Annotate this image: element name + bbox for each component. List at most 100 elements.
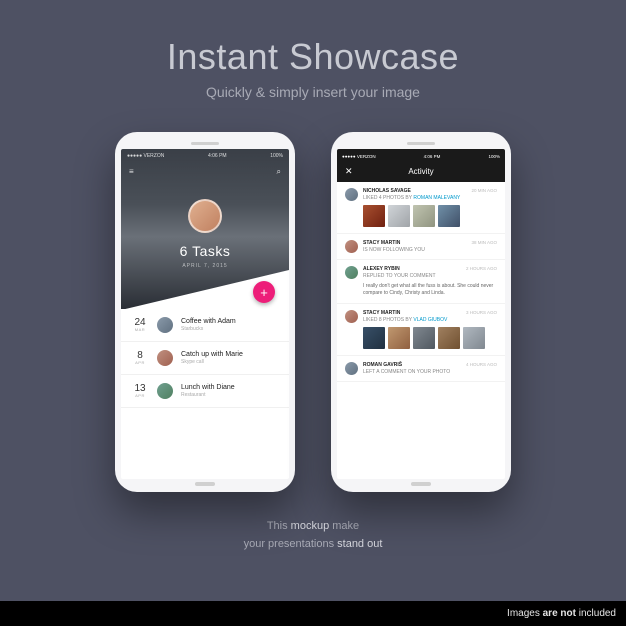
feed-action: LIKED 4 PHOTOS BY: [363, 195, 412, 201]
feed-comment: I really don't get what all the fuss is …: [363, 283, 497, 297]
feed-avatar: [345, 362, 358, 375]
feed-time: 38 MIN AGO: [471, 240, 497, 245]
tasks-count: 6 Tasks: [121, 243, 289, 259]
disclaimer-bold: are not: [543, 608, 576, 619]
feed-avatar: [345, 310, 358, 323]
task-title: Coffee with Adam: [181, 318, 279, 325]
tasks-nav: ≡ ⌕: [121, 163, 289, 181]
task-item[interactable]: 24 MAR Coffee with Adam Starbucks: [121, 309, 289, 342]
search-icon[interactable]: ⌕: [277, 167, 281, 177]
close-icon[interactable]: ✕: [345, 166, 353, 177]
task-month: APR: [131, 361, 149, 365]
status-time: 4:06 PM: [424, 154, 441, 159]
home-button[interactable]: [195, 482, 215, 486]
task-subtitle: Starbucks: [181, 326, 279, 332]
phone-speaker: [191, 142, 219, 145]
status-carrier: ●●●●● VERZON: [342, 154, 376, 159]
phone-speaker: [407, 142, 435, 145]
feed-link[interactable]: VLAD GIUBOV: [413, 317, 447, 323]
task-title: Catch up with Marie: [181, 351, 279, 358]
task-subtitle: Restaurant: [181, 392, 279, 398]
user-avatar[interactable]: [188, 199, 222, 233]
feed-user: STACY MARTIN: [363, 310, 400, 316]
feed-action: IS NOW FOLLOWING YOU: [363, 247, 425, 253]
contact-avatar: [157, 350, 173, 366]
feed-time: 20 MIN AGO: [471, 188, 497, 193]
footer-emphasis: stand out: [337, 538, 382, 550]
status-bar: ●●●●● VERZON 4:06 PM 100%: [337, 152, 505, 161]
status-battery: 100%: [270, 153, 283, 159]
footer-text: make: [329, 520, 359, 532]
task-text: Catch up with Marie Skype call: [181, 351, 279, 365]
photo-thumb[interactable]: [463, 327, 485, 349]
home-button[interactable]: [411, 482, 431, 486]
task-text: Coffee with Adam Starbucks: [181, 318, 279, 332]
phone-activity: ●●●●● VERZON 4:06 PM 100% ✕ Activity NIC…: [331, 132, 511, 492]
footer-emphasis: mockup: [291, 520, 330, 532]
task-month: MAR: [131, 328, 149, 332]
feed-action: LEFT A COMMENT ON YOUR PHOTO: [363, 369, 450, 375]
hero-title: Instant Showcase: [0, 0, 626, 78]
photo-thumb[interactable]: [388, 205, 410, 227]
feed-avatar: [345, 188, 358, 201]
disclaimer-text: included: [576, 608, 616, 619]
phone-tasks: ●●●●● VERZON 4:06 PM 100% ≡ ⌕ 6 Tasks AP…: [115, 132, 295, 492]
photo-thumb[interactable]: [413, 205, 435, 227]
photo-thumb[interactable]: [438, 205, 460, 227]
feed-time: 4 HOURS AGO: [466, 362, 497, 367]
menu-icon[interactable]: ≡: [129, 167, 134, 177]
status-time: 4:06 PM: [208, 153, 227, 159]
feed-action: REPLIED TO YOUR COMMENT: [363, 273, 436, 279]
screen-activity: ●●●●● VERZON 4:06 PM 100% ✕ Activity NIC…: [337, 149, 505, 479]
task-item[interactable]: 13 APR Lunch with Diane Restaurant: [121, 375, 289, 408]
tasks-list: 24 MAR Coffee with Adam Starbucks 8 APR: [121, 309, 289, 408]
phones-container: ●●●●● VERZON 4:06 PM 100% ≡ ⌕ 6 Tasks AP…: [0, 132, 626, 492]
feed-thumbs: [363, 205, 497, 227]
screen-tasks: ●●●●● VERZON 4:06 PM 100% ≡ ⌕ 6 Tasks AP…: [121, 149, 289, 479]
contact-avatar: [157, 383, 173, 399]
photo-thumb[interactable]: [413, 327, 435, 349]
feed-thumbs: [363, 327, 497, 349]
task-text: Lunch with Diane Restaurant: [181, 384, 279, 398]
activity-nav: ✕ Activity: [337, 161, 505, 182]
feed-time: 2 HOURS AGO: [466, 266, 497, 271]
feed-item[interactable]: NICHOLAS SAVAGE LIKED 4 PHOTOS BY ROMAN …: [337, 182, 505, 234]
feed-avatar: [345, 240, 358, 253]
photo-thumb[interactable]: [363, 327, 385, 349]
footer-text: your presentations: [244, 538, 338, 550]
feed-item[interactable]: STACY MARTIN IS NOW FOLLOWING YOU 38 MIN…: [337, 234, 505, 260]
contact-avatar: [157, 317, 173, 333]
task-month: APR: [131, 394, 149, 398]
task-item[interactable]: 8 APR Catch up with Marie Skype call: [121, 342, 289, 375]
feed-item[interactable]: ROMAN GAVRIŠ LEFT A COMMENT ON YOUR PHOT…: [337, 356, 505, 382]
feed-avatar: [345, 266, 358, 279]
footer-copy: This mockup make your presentations stan…: [0, 518, 626, 553]
task-date: 8 APR: [131, 351, 149, 365]
task-date: 13 APR: [131, 384, 149, 398]
hero-subtitle: Quickly & simply insert your image: [0, 84, 626, 100]
add-task-button[interactable]: +: [253, 281, 275, 303]
photo-thumb[interactable]: [438, 327, 460, 349]
tasks-date: APRIL 7, 2015: [121, 263, 289, 269]
disclaimer-text: Images: [507, 608, 543, 619]
feed-item[interactable]: ALEXEY RYBIN REPLIED TO YOUR COMMENT 2 H…: [337, 260, 505, 304]
activity-title: Activity: [408, 167, 433, 176]
feed-user: NICHOLAS SAVAGE: [363, 188, 411, 194]
task-title: Lunch with Diane: [181, 384, 279, 391]
status-bar: ●●●●● VERZON 4:06 PM 100%: [121, 149, 289, 163]
task-subtitle: Skype call: [181, 359, 279, 365]
feed-user: STACY MARTIN: [363, 240, 400, 246]
feed-item[interactable]: STACY MARTIN LIKED 8 PHOTOS BY VLAD GIUB…: [337, 304, 505, 356]
feed-user: ALEXEY RYBIN: [363, 266, 400, 272]
footer-text: This: [267, 520, 291, 532]
task-date: 24 MAR: [131, 318, 149, 332]
photo-thumb[interactable]: [388, 327, 410, 349]
status-carrier: ●●●●● VERZON: [127, 153, 164, 159]
bottom-bar: Images are not included: [0, 601, 626, 626]
feed-time: 3 HOURS AGO: [466, 310, 497, 315]
activity-header: ●●●●● VERZON 4:06 PM 100% ✕ Activity: [337, 149, 505, 182]
photo-thumb[interactable]: [363, 205, 385, 227]
feed-action: LIKED 8 PHOTOS BY: [363, 317, 412, 323]
feed-link[interactable]: ROMAN MALEVANY: [413, 195, 460, 201]
activity-feed: NICHOLAS SAVAGE LIKED 4 PHOTOS BY ROMAN …: [337, 182, 505, 382]
